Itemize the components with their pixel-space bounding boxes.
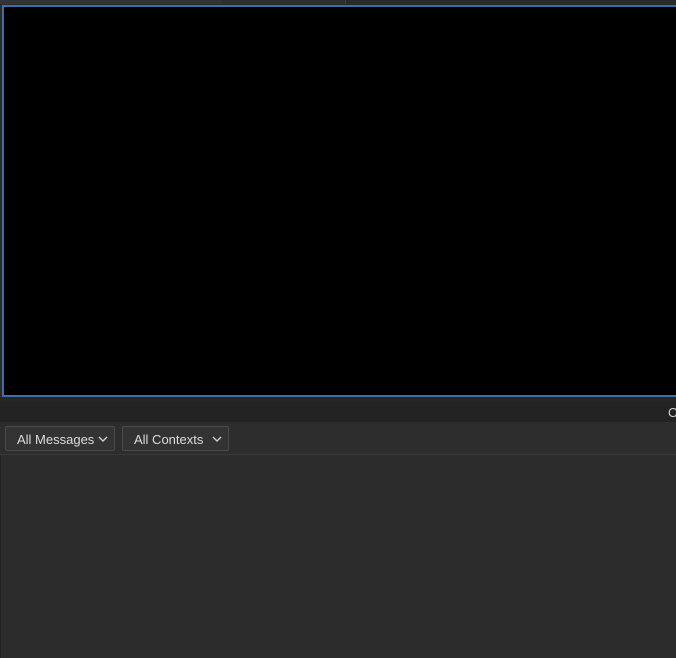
render-viewport[interactable] <box>2 5 676 397</box>
messages-filter-label: All Messages <box>17 432 95 447</box>
chevron-down-icon <box>98 436 108 442</box>
chevron-down-icon <box>212 436 222 442</box>
tab-1[interactable] <box>0 0 222 4</box>
console-header: O <box>0 402 676 422</box>
contexts-filter-dropdown[interactable]: All Contexts <box>122 426 229 451</box>
app-window: O All Messages All Contexts <box>0 0 676 658</box>
tab-strip-empty <box>347 0 676 4</box>
messages-filter-dropdown[interactable]: All Messages <box>5 426 115 451</box>
contexts-filter-label: All Contexts <box>134 432 204 447</box>
tab-2[interactable] <box>223 0 346 4</box>
console-header-label: O <box>668 405 676 420</box>
console-output-area[interactable] <box>0 455 676 658</box>
console-filter-bar: All Messages All Contexts <box>0 422 676 455</box>
